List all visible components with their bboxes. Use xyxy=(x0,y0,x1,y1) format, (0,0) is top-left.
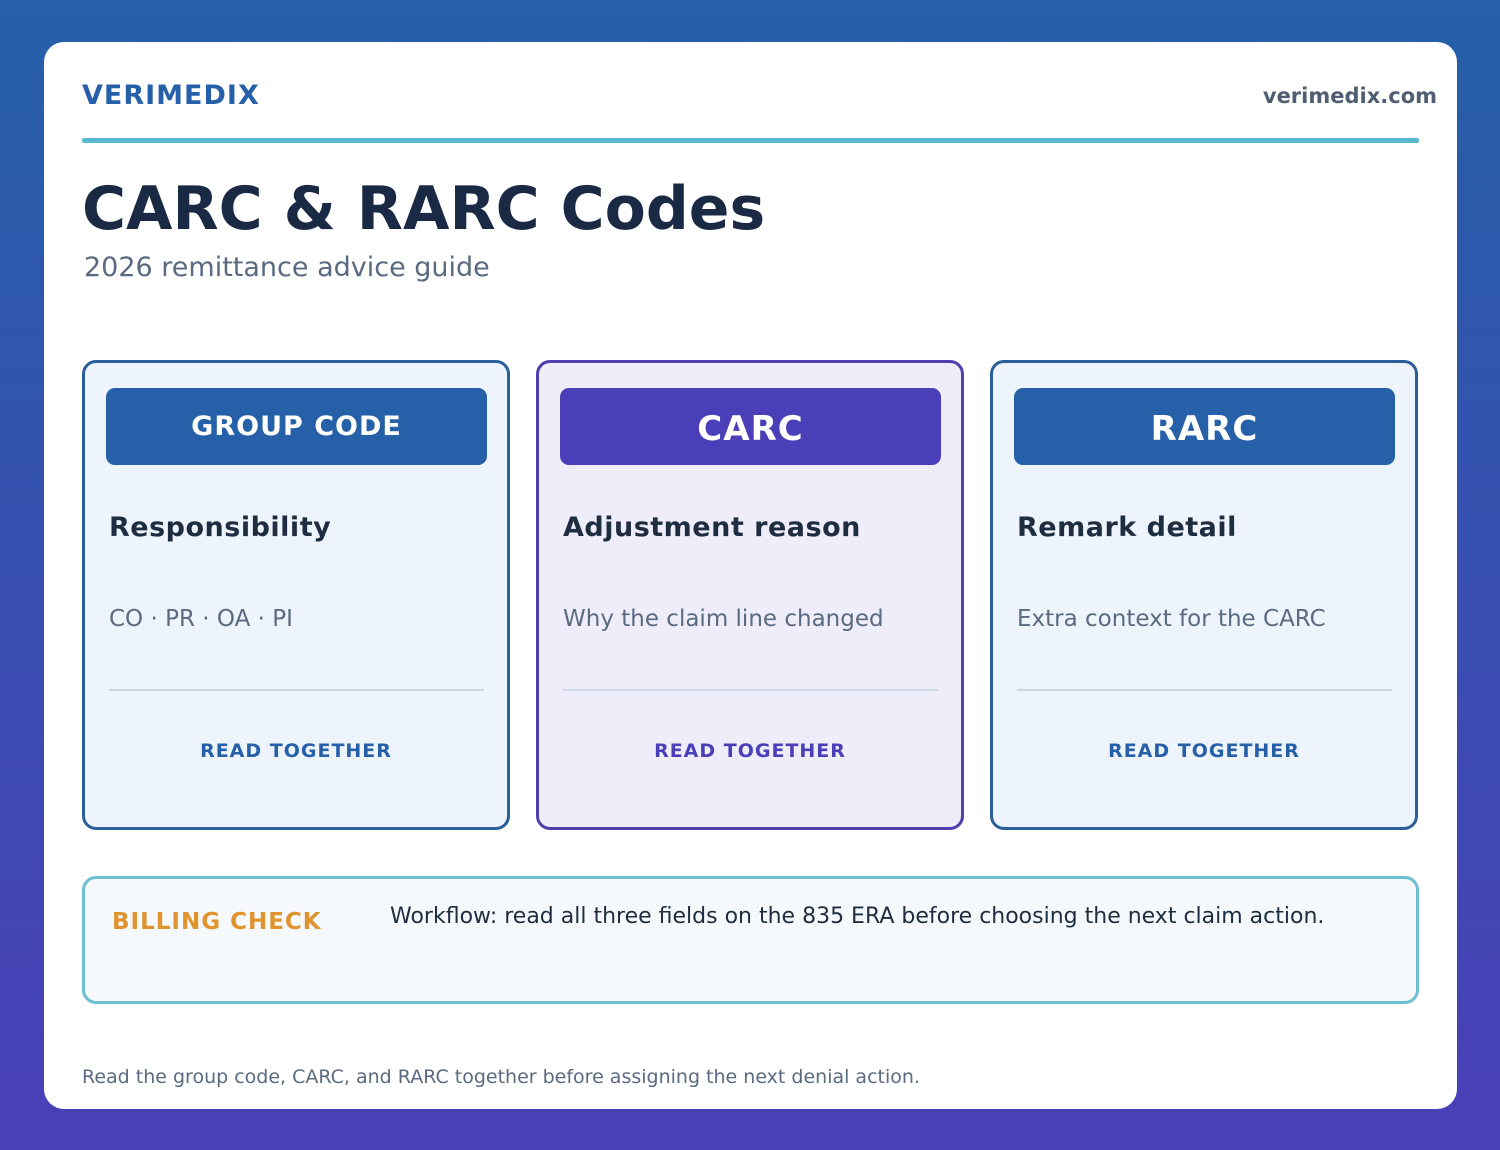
panel-title: Remark detail xyxy=(1017,512,1237,543)
panel-header: CARC xyxy=(560,388,941,465)
brand-logo: VERIMEDIX xyxy=(82,80,260,111)
footer-note: Read the group code, CARC, and RARC toge… xyxy=(82,1066,920,1088)
panel-description: Why the claim line changed xyxy=(563,606,884,632)
panel-carc: CARC Adjustment reason Why the claim lin… xyxy=(536,360,964,830)
panel-divider xyxy=(109,689,484,691)
page-title: CARC & RARC Codes xyxy=(82,174,766,244)
billing-check-label: BILLING CHECK xyxy=(112,909,322,935)
panel-group-code: GROUP CODE Responsibility CO · PR · OA ·… xyxy=(82,360,510,830)
guide-card: VERIMEDIX verimedix.com CARC & RARC Code… xyxy=(44,42,1457,1109)
billing-check-box: BILLING CHECK Workflow: read all three f… xyxy=(82,876,1419,1004)
panel-footer-label: READ TOGETHER xyxy=(200,740,392,762)
panel-header: RARC xyxy=(1014,388,1395,465)
header-divider xyxy=(82,138,1419,143)
billing-check-message: Workflow: read all three fields on the 8… xyxy=(390,904,1325,929)
panel-title: Adjustment reason xyxy=(563,512,861,543)
panel-title: Responsibility xyxy=(109,512,332,543)
panel-description: CO · PR · OA · PI xyxy=(109,606,293,632)
panel-divider xyxy=(563,689,938,691)
site-url: verimedix.com xyxy=(1262,84,1437,108)
panel-header: GROUP CODE xyxy=(106,388,487,465)
page-subtitle: 2026 remittance advice guide xyxy=(84,252,490,283)
panel-footer-label: READ TOGETHER xyxy=(1108,740,1300,762)
panel-rarc: RARC Remark detail Extra context for the… xyxy=(990,360,1418,830)
panel-divider xyxy=(1017,689,1392,691)
panel-description: Extra context for the CARC xyxy=(1017,606,1326,632)
panel-footer-label: READ TOGETHER xyxy=(654,740,846,762)
